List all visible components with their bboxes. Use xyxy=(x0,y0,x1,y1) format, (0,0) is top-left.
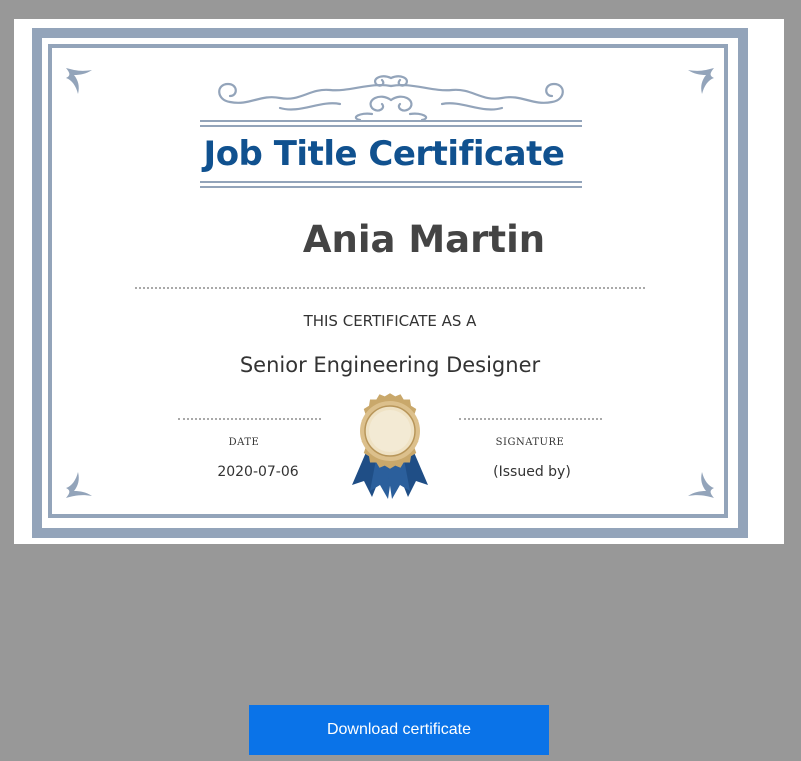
name-divider xyxy=(135,287,645,289)
download-certificate-button[interactable]: Download certificate xyxy=(249,705,549,755)
date-label: DATE xyxy=(228,437,260,448)
title-underline xyxy=(200,181,582,191)
certificate-statement: THIS CERTIFICATE AS A xyxy=(303,312,477,330)
corner-flourish-icon xyxy=(64,66,94,96)
recipient-name: Ania Martin xyxy=(302,218,546,261)
signature-label: SIGNATURE xyxy=(495,437,565,448)
date-line xyxy=(178,418,321,420)
corner-flourish-icon xyxy=(64,470,94,500)
scroll-ornament-icon xyxy=(200,74,582,130)
certificate: Job Title Certificate Ania Martin THIS C… xyxy=(14,19,784,544)
job-title: Senior Engineering Designer xyxy=(239,353,541,377)
date-value: 2020-07-06 xyxy=(217,464,299,480)
certificate-title: Job Title Certificate xyxy=(203,134,565,174)
award-medal-icon xyxy=(348,393,432,501)
corner-flourish-icon xyxy=(686,66,716,96)
corner-flourish-icon xyxy=(686,470,716,500)
signature-value: (Issued by) xyxy=(493,464,571,480)
signature-line xyxy=(459,418,602,420)
